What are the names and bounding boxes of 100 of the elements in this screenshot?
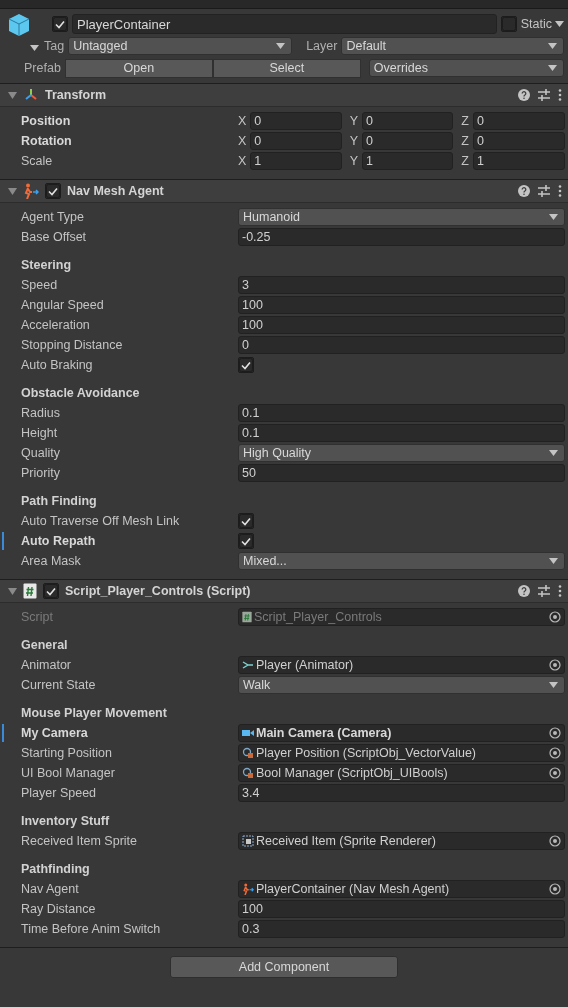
layer-dropdown[interactable]: Default	[341, 37, 564, 55]
object-field[interactable]: Player (Animator)	[238, 656, 565, 674]
number-field[interactable]: 0	[472, 132, 565, 150]
number-field[interactable]: 1	[362, 152, 454, 170]
active-checkbox[interactable]	[52, 16, 68, 32]
static-label[interactable]: Static	[520, 17, 564, 31]
field-label: Base Offset	[21, 230, 88, 244]
field-label: Received Item Sprite	[21, 834, 139, 848]
layer-label: Layer	[306, 39, 338, 53]
number-field[interactable]: 50	[238, 464, 565, 482]
object-field[interactable]: Main Camera (Camera)	[238, 724, 565, 742]
number-field[interactable]: 0.1	[238, 404, 565, 422]
field-label: Nav Agent	[21, 882, 80, 896]
dropdown[interactable]: High Quality	[238, 444, 565, 462]
object-field[interactable]: Received Item (Sprite Renderer)	[238, 832, 565, 850]
field-label: Position	[21, 114, 72, 128]
walking-figure-icon	[242, 883, 254, 895]
component-header[interactable]: Transform	[0, 83, 568, 107]
number-field[interactable]: 0	[238, 336, 565, 354]
section-heading: Steering	[21, 258, 71, 272]
number-field[interactable]: 3.4	[238, 784, 565, 802]
prefab-button[interactable]: Select	[212, 58, 361, 78]
script-file-icon	[242, 611, 252, 623]
camera-icon	[242, 727, 254, 739]
target-icon[interactable]	[549, 883, 561, 895]
axis-label: Y	[349, 154, 358, 168]
dropdown[interactable]: Humanoid	[238, 208, 565, 226]
component-header[interactable]: Script_Player_Controls (Script)	[0, 579, 568, 603]
foldout-triangle-icon[interactable]	[8, 586, 17, 596]
prefab-button[interactable]: Open	[64, 58, 213, 78]
number-field[interactable]: 3	[238, 276, 565, 294]
caret-icon	[549, 682, 558, 688]
number-field[interactable]: 0	[472, 112, 565, 130]
section-heading: Mouse Player Movement	[21, 706, 167, 720]
branch-icon	[242, 659, 254, 671]
number-field[interactable]: 0.1	[238, 424, 565, 442]
sliders-icon[interactable]	[538, 89, 550, 101]
target-icon[interactable]	[549, 767, 561, 779]
name-field[interactable]: PlayerContainer	[72, 14, 497, 34]
number-field[interactable]: 0	[362, 132, 454, 150]
tag-dropdown[interactable]: Untagged	[68, 37, 293, 55]
target-icon[interactable]	[549, 611, 561, 623]
checkbox[interactable]	[238, 533, 254, 549]
overrides-dropdown[interactable]: Overrides	[368, 59, 564, 77]
object-field[interactable]: Bool Manager (ScriptObj_UIBools)	[238, 764, 565, 782]
sliders-icon[interactable]	[538, 585, 550, 597]
script-file-icon	[23, 583, 37, 599]
foldout-triangle-icon[interactable]	[8, 90, 17, 100]
checkbox[interactable]	[238, 357, 254, 373]
number-field[interactable]: 100	[238, 316, 565, 334]
field-label: Speed	[21, 278, 59, 292]
field-label: UI Bool Manager	[21, 766, 116, 780]
field-label: Auto Braking	[21, 358, 94, 372]
help-icon[interactable]	[518, 585, 530, 597]
object-field[interactable]: PlayerContainer (Nav Mesh Agent)	[238, 880, 565, 898]
cube-icon	[8, 13, 30, 37]
number-field[interactable]: 100	[238, 296, 565, 314]
walking-figure-icon	[23, 183, 39, 199]
more-icon[interactable]	[558, 185, 562, 197]
number-field[interactable]: 1	[250, 152, 342, 170]
number-field[interactable]: 0.3	[238, 920, 565, 938]
target-icon[interactable]	[549, 747, 561, 759]
sliders-icon[interactable]	[538, 185, 550, 197]
more-icon[interactable]	[558, 585, 562, 597]
checkbox[interactable]	[238, 513, 254, 529]
add-component-button[interactable]: Add Component	[170, 956, 398, 978]
tag-label: Tag	[44, 39, 65, 53]
number-field[interactable]: 0	[250, 132, 342, 150]
section-heading: General	[21, 638, 68, 652]
target-icon[interactable]	[549, 659, 561, 671]
target-icon[interactable]	[549, 727, 561, 739]
axis-label: Y	[349, 134, 358, 148]
number-field[interactable]: 0	[250, 112, 342, 130]
section-heading: Pathfinding	[21, 862, 90, 876]
field-label: Auto Traverse Off Mesh Link	[21, 514, 181, 528]
enable-checkbox[interactable]	[43, 583, 59, 599]
caret-icon	[30, 45, 39, 51]
field-label: Rotation	[21, 134, 73, 148]
field-label: Time Before Anim Switch	[21, 922, 162, 936]
number-field[interactable]: -0.25	[238, 228, 565, 246]
number-field[interactable]: 100	[238, 900, 565, 918]
more-icon[interactable]	[558, 89, 562, 101]
help-icon[interactable]	[518, 89, 530, 101]
object-field[interactable]: Player Position (ScriptObj_VectorValue)	[238, 744, 565, 762]
foldout-triangle-icon[interactable]	[8, 186, 17, 196]
field-label: Starting Position	[21, 746, 114, 760]
help-icon[interactable]	[518, 185, 530, 197]
static-checkbox[interactable]	[500, 16, 517, 32]
enable-checkbox[interactable]	[45, 183, 61, 199]
component-header[interactable]: Nav Mesh Agent	[0, 179, 568, 203]
target-icon[interactable]	[549, 835, 561, 847]
number-field[interactable]: 0	[362, 112, 454, 130]
field-label: Area Mask	[21, 554, 82, 568]
dropdown[interactable]: Mixed...	[238, 552, 565, 570]
number-field[interactable]: 1	[472, 152, 565, 170]
dropdown[interactable]: Walk	[238, 676, 565, 694]
caret-icon	[548, 65, 557, 71]
axis-label: Z	[461, 154, 469, 168]
prefab-label: Prefab	[24, 61, 61, 75]
component-title: Nav Mesh Agent	[67, 184, 165, 198]
